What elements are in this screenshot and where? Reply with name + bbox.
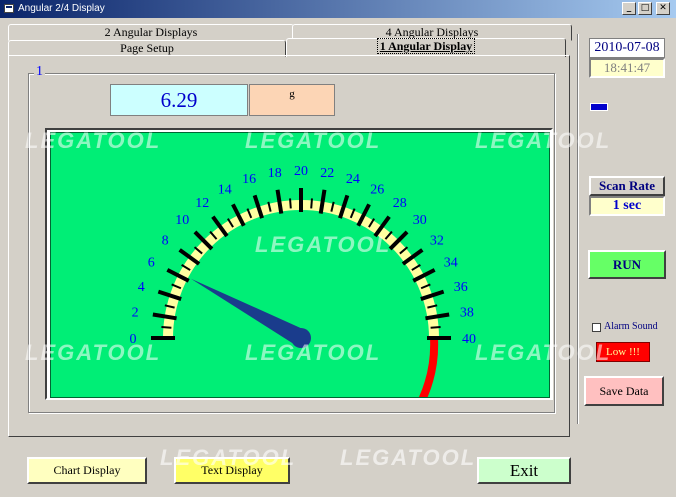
window-title: Angular 2/4 Display <box>18 3 105 14</box>
gauge-tick-label: 26 <box>370 182 384 197</box>
gauge-tick-label: 10 <box>175 213 189 228</box>
gauge-tick-label: 22 <box>320 166 334 181</box>
gauge-minor-tick <box>289 198 292 209</box>
gauge-scale-band <box>163 200 439 339</box>
text-display-button[interactable]: Text Display <box>174 457 290 484</box>
unit-readout: g <box>249 84 335 116</box>
gauge-tick-label: 18 <box>268 166 282 181</box>
gauge-tick-label: 36 <box>454 280 468 295</box>
exit-button[interactable]: Exit <box>477 457 571 484</box>
status-indicator <box>590 103 608 111</box>
tab-2-angular-displays[interactable]: 2 Angular Displays <box>8 24 294 41</box>
angular-gauge: 0 2 4 6 8 10 12 14 16 18 20 22 24 26 28 30 32 34 36 38 40 <box>50 132 550 398</box>
time-display: 18:41:47 <box>589 58 665 78</box>
low-alarm-badge: Low !!! <box>596 342 650 362</box>
gauge-tick-label: 16 <box>242 172 256 187</box>
group-label: 1 <box>34 64 45 80</box>
value-readout: 6.29 <box>110 84 248 116</box>
gauge-tick-label: 4 <box>138 280 145 295</box>
gauge-alarm-arc <box>418 337 439 397</box>
chart-display-button[interactable]: Chart Display <box>27 457 147 484</box>
gauge-needle-hub <box>291 328 311 348</box>
gauge-minor-tick <box>310 198 313 209</box>
run-button[interactable]: RUN <box>588 250 666 279</box>
gauge-svg: 0246810121416 18 20 22 242628303234363840 <box>130 164 476 397</box>
gauge-tick-label: 2 <box>132 306 139 321</box>
gauge-tick-label: 6 <box>148 256 155 271</box>
gauge-tick-label: 28 <box>393 196 407 211</box>
gauge-tick-label: 14 <box>218 182 232 197</box>
alarm-sound-checkbox[interactable] <box>592 322 601 332</box>
app-icon[interactable] <box>4 4 14 13</box>
gauge-tick-label: 8 <box>162 233 169 248</box>
gauge-tick-label: 12 <box>195 196 209 211</box>
sidebar-divider <box>577 34 579 424</box>
date-display: 2010-07-08 <box>589 38 665 58</box>
gauge-tick-label: 20 <box>294 164 308 179</box>
gauge-tick-label: 38 <box>460 306 474 321</box>
gauge-tick-label: 40 <box>462 332 476 347</box>
gauge-minor-tick <box>430 326 441 329</box>
title-bar: Angular 2/4 Display _ □ ✕ <box>0 0 676 18</box>
gauge-minor-tick <box>161 326 172 329</box>
gauge-tick-label: 24 <box>346 172 360 187</box>
watermark: LEGATOOL <box>340 445 477 470</box>
gauge-tick-label: 0 <box>130 332 137 347</box>
alarm-sound-option[interactable]: Alarm Sound <box>592 320 658 334</box>
scan-rate-label: Scan Rate <box>589 176 665 196</box>
alarm-sound-label: Alarm Sound <box>604 321 658 332</box>
scan-rate-value[interactable]: 1 sec <box>589 196 665 216</box>
gauge-tick-label: 34 <box>444 256 458 271</box>
minimize-button[interactable]: _ <box>622 2 636 15</box>
gauge-needle <box>190 278 306 346</box>
close-button[interactable]: ✕ <box>656 2 670 15</box>
gauge-tick-label: 32 <box>430 233 444 248</box>
gauge-tick-label: 30 <box>413 213 427 228</box>
maximize-button[interactable]: □ <box>638 2 652 15</box>
save-data-button[interactable]: Save Data <box>584 376 664 406</box>
